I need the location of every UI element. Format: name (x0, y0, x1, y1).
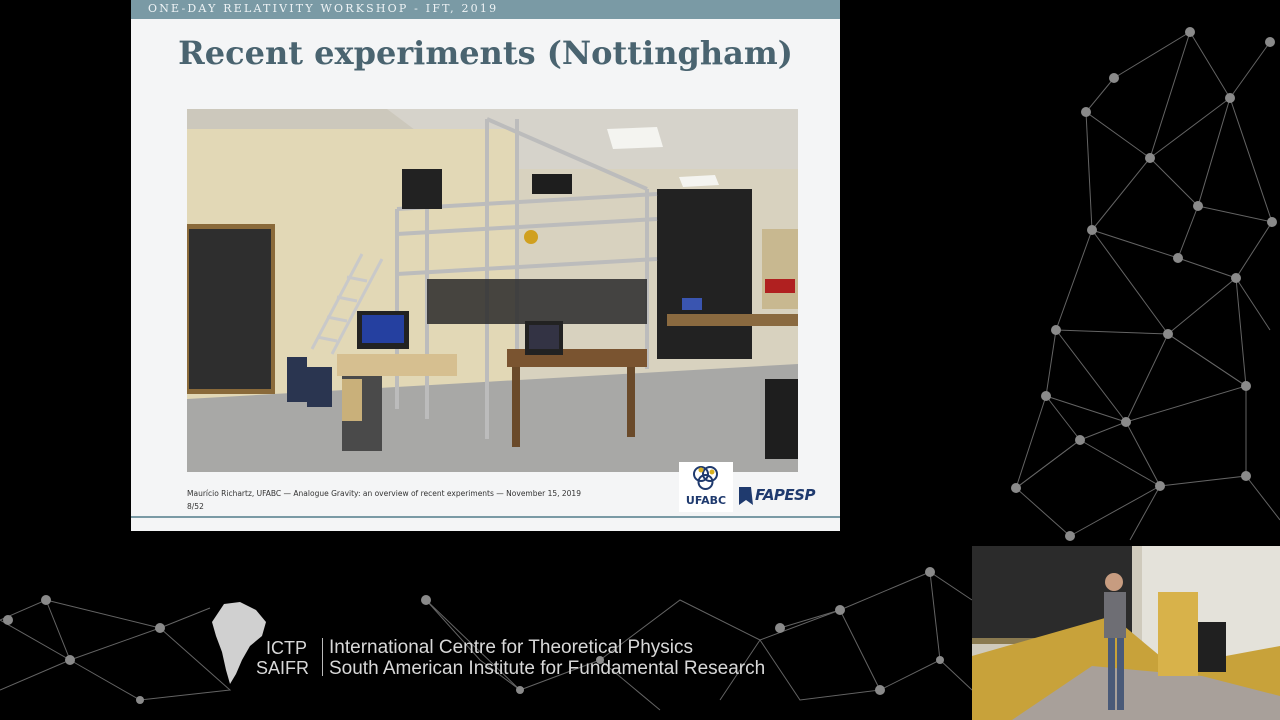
ufabc-logo: UFABC (679, 462, 733, 512)
slide-header-text: ONE-DAY RELATIVITY WORKSHOP - IFT, 2019 (148, 2, 499, 15)
slide-header-bar: ONE-DAY RELATIVITY WORKSHOP - IFT, 2019 (131, 0, 840, 19)
presentation-slide: ONE-DAY RELATIVITY WORKSHOP - IFT, 2019 … (131, 0, 840, 531)
ufabc-logo-text: UFABC (685, 494, 727, 507)
ictp-saifr-branding: ICTP SAIFR International Centre for Theo… (210, 600, 790, 690)
slide-page-number: 8/52 (187, 502, 204, 511)
speaker-camera-feed (972, 546, 1280, 720)
fapesp-logo: FAPESP (737, 484, 827, 508)
fapesp-logo-text: FAPESP (755, 486, 815, 504)
saifr-acronym: SAIFR (256, 658, 310, 678)
lab-photo (187, 109, 798, 472)
ictp-acronym: ICTP (266, 638, 308, 658)
branding-separator (322, 638, 323, 676)
slide-footer-citation: Maurício Richartz, UFABC — Analogue Grav… (187, 489, 581, 498)
slide-footer-rule (131, 516, 840, 518)
saifr-full-name: South American Institute for Fundamental… (329, 658, 766, 679)
slide-title: Recent experiments (Nottingham) (178, 34, 793, 72)
ictp-full-name: International Centre for Theoretical Phy… (329, 637, 693, 658)
